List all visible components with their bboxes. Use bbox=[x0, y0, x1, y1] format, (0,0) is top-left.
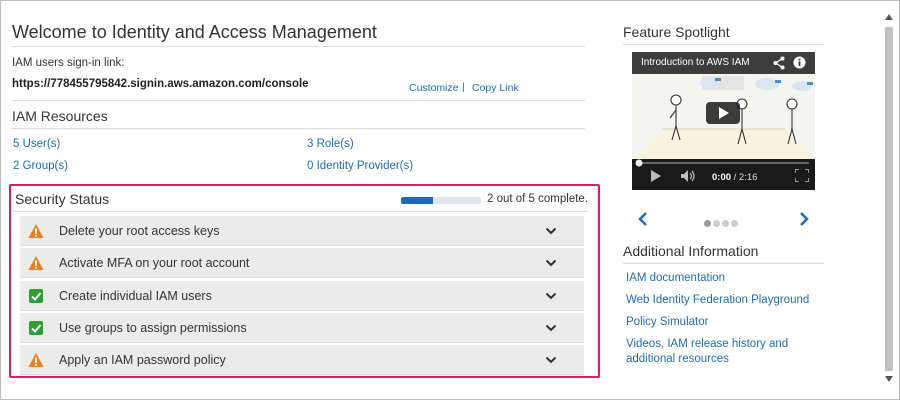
signin-url: https://778455795842.signin.aws.amazon.c… bbox=[12, 78, 309, 90]
divider bbox=[623, 263, 824, 264]
identity-providers-link[interactable]: 0 Identity Provider(s) bbox=[307, 160, 413, 172]
carousel-pagination bbox=[704, 214, 740, 232]
warning-icon bbox=[28, 256, 44, 271]
vertical-scrollbar[interactable] bbox=[883, 11, 895, 385]
security-item-label: Create individual IAM users bbox=[59, 288, 212, 303]
additional-info-heading: Additional Information bbox=[623, 243, 759, 259]
security-progress-bar bbox=[401, 197, 481, 204]
checkmark-icon bbox=[29, 320, 43, 335]
security-item[interactable]: Activate MFA on your root account bbox=[20, 248, 584, 279]
security-item-label: Use groups to assign permissions bbox=[59, 320, 247, 335]
users-link[interactable]: 5 User(s) bbox=[13, 138, 60, 150]
security-item-label: Apply an IAM password policy bbox=[59, 353, 226, 368]
chevron-down-icon[interactable] bbox=[545, 354, 557, 366]
video-seek-bar[interactable] bbox=[632, 159, 815, 167]
video-title-bar: Introduction to AWS IAM bbox=[632, 52, 815, 74]
video-thumbnail bbox=[632, 74, 815, 159]
security-item[interactable]: Apply an IAM password policy bbox=[20, 345, 584, 376]
warning-icon bbox=[28, 353, 44, 368]
security-status-heading: Security Status bbox=[15, 191, 110, 207]
checkmark-icon bbox=[29, 288, 43, 303]
security-progress-text: 2 out of 5 complete. bbox=[487, 193, 589, 205]
security-progress-fill bbox=[401, 197, 433, 204]
security-item-label: Activate MFA on your root account bbox=[59, 256, 250, 271]
carousel-dot[interactable] bbox=[731, 220, 738, 227]
security-checklist: Delete your root access keys Activate MFA… bbox=[20, 216, 584, 377]
chevron-down-icon[interactable] bbox=[545, 225, 557, 237]
divider bbox=[12, 46, 585, 47]
policy-simulator-link[interactable]: Policy Simulator bbox=[626, 315, 708, 330]
carousel-dot[interactable] bbox=[704, 220, 711, 227]
warning-icon bbox=[28, 224, 44, 238]
groups-link[interactable]: 2 Group(s) bbox=[13, 160, 68, 172]
fullscreen-icon[interactable] bbox=[795, 169, 809, 182]
scroll-up-arrow-icon[interactable] bbox=[885, 13, 893, 21]
share-icon[interactable] bbox=[773, 56, 785, 70]
scroll-down-arrow-icon[interactable] bbox=[885, 375, 893, 383]
play-icon[interactable] bbox=[650, 170, 662, 182]
page-title: Welcome to Identity and Access Managemen… bbox=[12, 22, 377, 42]
video-duration: / 2:16 bbox=[733, 172, 758, 183]
copy-link[interactable]: Copy Link bbox=[472, 82, 519, 94]
scrollbar-thumb[interactable] bbox=[885, 27, 893, 371]
feature-spotlight-heading: Feature Spotlight bbox=[623, 24, 730, 40]
signin-link-label: IAM users sign-in link: bbox=[12, 57, 125, 69]
divider bbox=[623, 44, 824, 45]
chevron-down-icon[interactable] bbox=[545, 322, 557, 334]
iam-dashboard: Welcome to Identity and Access Managemen… bbox=[0, 0, 900, 400]
video-player[interactable]: Introduction to AWS IAM 0:00 / 2:16 bbox=[632, 52, 815, 190]
link-separator: | bbox=[462, 81, 465, 93]
video-current-time: 0:00 bbox=[712, 172, 732, 183]
security-status-panel: Security Status 2 out of 5 complete. Del… bbox=[9, 184, 600, 378]
carousel-dot[interactable] bbox=[713, 220, 720, 227]
iam-resources-heading: IAM Resources bbox=[12, 108, 108, 124]
chevron-down-icon[interactable] bbox=[545, 290, 557, 302]
video-controls: 0:00 / 2:16 bbox=[632, 159, 815, 190]
videos-release-history-link[interactable]: Videos, IAM release history and addition… bbox=[626, 337, 806, 367]
security-item-label: Delete your root access keys bbox=[59, 224, 220, 238]
security-item[interactable]: Create individual IAM users bbox=[20, 280, 584, 311]
divider bbox=[12, 128, 585, 129]
video-title: Introduction to AWS IAM bbox=[641, 57, 750, 68]
divider bbox=[13, 211, 588, 212]
customize-link[interactable]: Customize bbox=[409, 82, 459, 94]
iam-documentation-link[interactable]: IAM documentation bbox=[626, 271, 725, 286]
divider bbox=[12, 100, 585, 101]
web-identity-federation-link[interactable]: Web Identity Federation Playground bbox=[626, 293, 809, 308]
volume-icon[interactable] bbox=[681, 170, 696, 182]
security-item[interactable]: Delete your root access keys bbox=[20, 216, 584, 246]
roles-link[interactable]: 3 Role(s) bbox=[307, 138, 354, 150]
chevron-down-icon[interactable] bbox=[545, 257, 557, 269]
video-time: 0:00 / 2:16 bbox=[712, 172, 757, 183]
carousel-next-icon[interactable] bbox=[797, 211, 811, 227]
carousel-dot[interactable] bbox=[722, 220, 729, 227]
info-icon[interactable] bbox=[793, 56, 806, 69]
security-item[interactable]: Use groups to assign permissions bbox=[20, 312, 584, 343]
carousel-prev-icon[interactable] bbox=[636, 211, 650, 227]
